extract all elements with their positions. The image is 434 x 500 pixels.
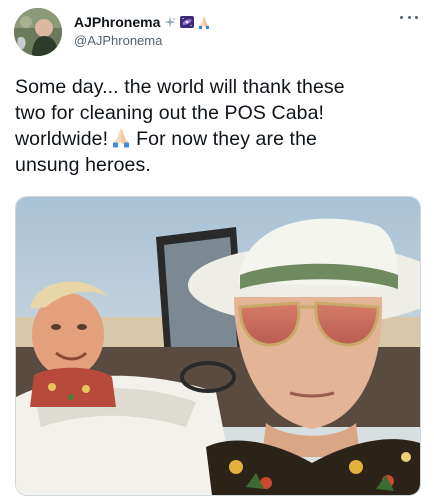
galaxy-emoji-icon bbox=[180, 16, 195, 28]
tweet-photo[interactable] bbox=[15, 196, 421, 496]
author-handle[interactable]: @AJPhronema bbox=[74, 33, 211, 48]
more-dot bbox=[407, 15, 411, 19]
tweet-text-line: Some day... the world will thank these bbox=[15, 76, 345, 98]
praying-hands-emoji-icon bbox=[199, 16, 210, 29]
tweet-text-fragment: worldwide! bbox=[15, 128, 109, 150]
more-dot bbox=[400, 15, 403, 19]
photo-illustration bbox=[16, 197, 420, 495]
tweet-card: AJPhronema @AJPhronema Some day... the w… bbox=[0, 0, 434, 500]
tweet-text-fragment: For now they are the bbox=[136, 128, 317, 150]
sparkle-emoji-icon bbox=[164, 16, 177, 28]
display-name-row: AJPhronema bbox=[74, 13, 211, 31]
tweet-text-line-3: worldwide! For now they are the bbox=[15, 126, 420, 152]
tweet-header: AJPhronema @AJPhronema bbox=[14, 6, 420, 58]
author-names: AJPhronema @AJPhronema bbox=[74, 13, 211, 48]
tweet-text-line: two for cleaning out the POS Caba! bbox=[15, 102, 325, 124]
display-name[interactable]: AJPhronema bbox=[74, 14, 160, 30]
more-options-button[interactable] bbox=[400, 12, 418, 22]
tweet-text: Some day... the world will thank these t… bbox=[15, 74, 420, 178]
praying-hands-emoji-icon bbox=[113, 128, 130, 148]
tweet-text-line: unsung heroes. bbox=[15, 154, 151, 176]
more-dot bbox=[415, 15, 418, 19]
avatar[interactable] bbox=[14, 8, 62, 56]
